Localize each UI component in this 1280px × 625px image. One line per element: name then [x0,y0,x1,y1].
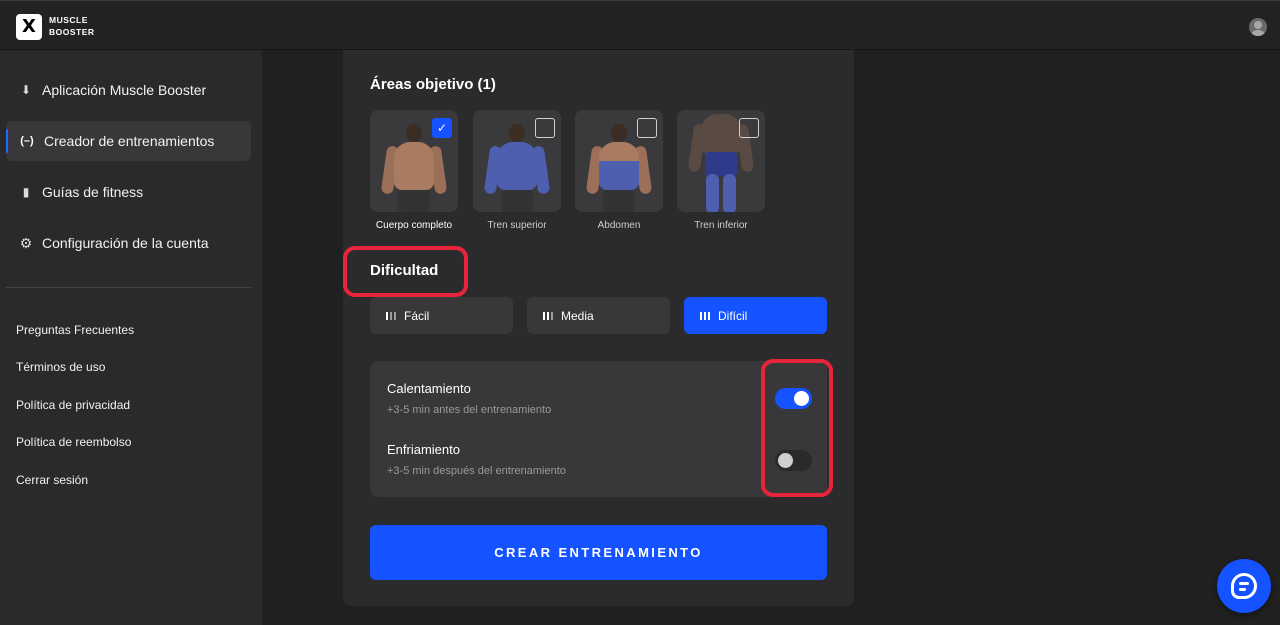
toggles-highlight-box [761,359,833,497]
sidebar-item-workout-builder[interactable]: (–) Creador de entrenamientos [6,121,251,161]
cooldown-subtitle: +3-5 min después del entrenamiento [387,465,566,477]
checkbox-icon[interactable] [739,118,759,138]
warmup-title: Calentamiento [387,381,471,396]
area-label: Abdomen [597,220,641,231]
difficulty-label: Fácil [404,308,430,323]
difficulty-highlight-box [343,246,468,297]
sidebar: ⬇ Aplicación Muscle Booster (–) Creador … [0,50,262,625]
refund-link[interactable]: Política de reembolso [16,435,131,449]
sidebar-item-label: Aplicación Muscle Booster [42,82,207,98]
difficulty-easy-button[interactable]: Fácil [370,297,513,334]
sidebar-item-fitness-guides[interactable]: ▮ Guías de fitness [6,172,251,212]
cooldown-title: Enfriamiento [387,442,460,457]
muscle-booster-logo-icon[interactable]: X [16,14,42,40]
area-label: Cuerpo completo [375,220,453,231]
brand-name: MUSCLE BOOSTER [49,14,95,38]
checkbox-icon[interactable] [535,118,555,138]
area-upper-body[interactable] [473,110,561,212]
difficulty-medium-button[interactable]: Media [527,297,670,334]
difficulty-label: Difícil [718,308,748,323]
sidebar-item-account-settings[interactable]: ⚙ Configuración de la cuenta [6,223,251,263]
book-icon: ▮ [22,185,30,199]
checkbox-checked-icon[interactable]: ✓ [432,118,452,138]
area-label: Tren superior [487,220,547,231]
checkbox-icon[interactable] [637,118,657,138]
create-workout-button[interactable]: CREAR ENTRENAMIENTO [370,525,827,580]
sidebar-item-label: Configuración de la cuenta [42,235,209,251]
difficulty-hard-button[interactable]: Difícil [684,297,827,334]
difficulty-label: Media [561,308,594,323]
area-label: Tren inferior [694,220,748,231]
terms-link[interactable]: Términos de uso [16,360,105,374]
difficulty-bars-icon [543,311,553,320]
download-app-icon: ⬇ [20,83,32,97]
area-abs[interactable] [575,110,663,212]
privacy-link[interactable]: Política de privacidad [16,398,130,412]
area-full-body[interactable]: ✓ [370,110,458,212]
sidebar-divider [6,287,251,288]
user-avatar-icon[interactable] [1249,18,1267,36]
area-lower-body[interactable] [677,110,765,212]
brand-line-2: BOOSTER [49,27,95,37]
difficulty-bars-icon [386,311,396,320]
sidebar-item-label: Guías de fitness [42,184,144,200]
logout-link[interactable]: Cerrar sesión [16,473,88,487]
warmup-cooldown-panel: Calentamiento +3-5 min antes del entrena… [370,361,827,497]
target-areas-title: Áreas objetivo (1) [370,76,496,93]
chat-bubble-icon [1231,573,1257,599]
top-bar: X MUSCLE BOOSTER [0,0,1280,50]
gear-icon: ⚙ [19,234,33,251]
difficulty-bars-icon [700,311,710,320]
dumbbell-icon: (–) [20,135,34,147]
sidebar-item-label: Creador de entrenamientos [44,133,215,149]
warmup-subtitle: +3-5 min antes del entrenamiento [387,404,552,416]
faq-link[interactable]: Preguntas Frecuentes [16,323,134,337]
brand-line-1: MUSCLE [49,15,88,25]
sidebar-item-app[interactable]: ⬇ Aplicación Muscle Booster [6,70,251,110]
chat-support-button[interactable] [1217,559,1271,613]
workout-builder-card: Áreas objetivo (1) ✓ Cuerpo completo Tre… [343,50,854,606]
